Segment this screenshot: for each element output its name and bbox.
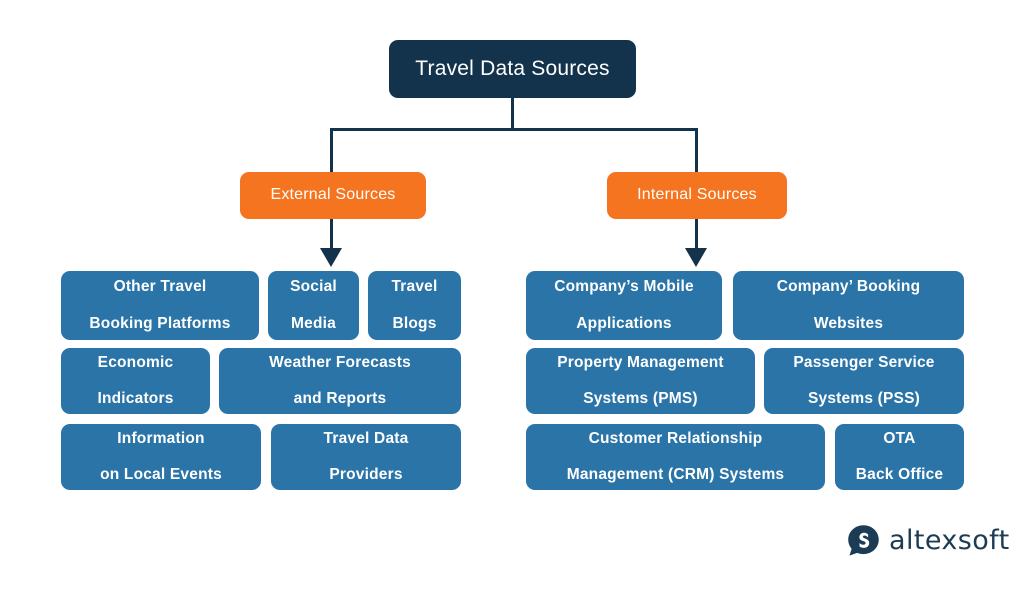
leaf-line-2: Applications — [576, 314, 672, 332]
connector-internal-drop — [695, 128, 698, 174]
leaf-line-2: Websites — [813, 314, 884, 332]
node-root-label: Travel Data Sources — [415, 56, 610, 80]
altexsoft-logo: altexsoft — [847, 524, 1010, 557]
leaf-line-1: Other Travel — [113, 278, 207, 296]
node-branch-internal-label: Internal Sources — [637, 186, 757, 204]
node-leaf-label: Passenger Service Systems (PSS) — [764, 354, 964, 409]
node-leaf-travel-blogs[interactable]: Travel Blogs — [368, 271, 461, 340]
node-leaf-ota-back-office[interactable]: OTA Back Office — [835, 424, 964, 490]
speech-bubble-icon — [848, 525, 879, 556]
node-branch-external-sources[interactable]: External Sources — [240, 172, 426, 219]
leaf-line-2: Blogs — [392, 314, 437, 332]
leaf-line-1: Customer Relationship — [588, 429, 763, 447]
leaf-line-1: Weather Forecasts — [269, 353, 411, 371]
connector-horizontal-bar — [330, 128, 698, 131]
connector-external-arrow-head — [320, 248, 342, 267]
node-leaf-passenger-service-systems-pss[interactable]: Passenger Service Systems (PSS) — [764, 348, 964, 414]
node-leaf-label: Economic Indicators — [61, 354, 210, 409]
node-branch-internal-sources[interactable]: Internal Sources — [607, 172, 787, 219]
node-leaf-label: Customer Relationship Management (CRM) S… — [526, 430, 825, 485]
node-branch-external-label: External Sources — [270, 186, 396, 204]
leaf-line-1: Property Management — [557, 353, 724, 371]
logo-brand-text: altexsoft — [889, 525, 1010, 556]
node-leaf-label: Travel Blogs — [368, 278, 461, 333]
leaf-line-2: Booking Platforms — [89, 314, 231, 332]
leaf-line-1: Company’ Booking — [776, 278, 921, 296]
node-leaf-economic-indicators[interactable]: Economic Indicators — [61, 348, 210, 414]
node-leaf-customer-relationship-management-crm-systems[interactable]: Customer Relationship Management (CRM) S… — [526, 424, 825, 490]
node-leaf-label: Property Management Systems (PMS) — [526, 354, 755, 409]
leaf-line-1: Passenger Service — [793, 353, 935, 371]
leaf-line-1: Travel — [391, 278, 438, 296]
node-leaf-company-mobile-applications[interactable]: Company’s Mobile Applications — [526, 271, 722, 340]
leaf-line-2: Indicators — [97, 390, 174, 408]
node-leaf-label: Travel Data Providers — [271, 430, 461, 485]
node-leaf-label: Company’ Booking Websites — [733, 278, 964, 333]
leaf-line-2: Management (CRM) Systems — [566, 466, 785, 484]
leaf-line-2: Providers — [329, 466, 403, 484]
leaf-line-2: Back Office — [855, 466, 944, 484]
node-leaf-property-management-systems-pms[interactable]: Property Management Systems (PMS) — [526, 348, 755, 414]
node-leaf-label: Information on Local Events — [61, 430, 261, 485]
node-leaf-weather-forecasts-and-reports[interactable]: Weather Forecasts and Reports — [219, 348, 461, 414]
leaf-line-2: Systems (PMS) — [583, 390, 698, 408]
node-leaf-social-media[interactable]: Social Media — [268, 271, 359, 340]
leaf-line-1: Travel Data — [323, 429, 409, 447]
connector-internal-arrow-head — [685, 248, 707, 267]
leaf-line-1: Company’s Mobile — [554, 278, 694, 296]
leaf-line-1: OTA — [883, 429, 916, 447]
leaf-line-2: on Local Events — [100, 466, 222, 484]
node-leaf-label: Weather Forecasts and Reports — [219, 354, 461, 409]
node-leaf-label: Company’s Mobile Applications — [526, 278, 722, 333]
node-leaf-label: Social Media — [268, 278, 359, 333]
leaf-line-1: Economic — [97, 353, 174, 371]
connector-root-stem — [511, 98, 514, 129]
leaf-line-2: Media — [291, 314, 336, 332]
leaf-line-1: Social — [290, 278, 337, 296]
diagram-canvas: Travel Data Sources External Sources Int… — [0, 0, 1025, 591]
connector-external-drop — [330, 128, 333, 174]
leaf-line-2: and Reports — [293, 390, 387, 408]
connector-internal-arrow-stem — [695, 218, 698, 251]
node-leaf-label: Other Travel Booking Platforms — [61, 278, 259, 333]
leaf-line-1: Information — [117, 429, 205, 447]
node-leaf-travel-data-providers[interactable]: Travel Data Providers — [271, 424, 461, 490]
connector-external-arrow-stem — [330, 218, 333, 251]
node-root-travel-data-sources[interactable]: Travel Data Sources — [389, 40, 636, 98]
node-leaf-company-booking-websites[interactable]: Company’ Booking Websites — [733, 271, 964, 340]
node-leaf-information-on-local-events[interactable]: Information on Local Events — [61, 424, 261, 490]
leaf-line-2: Systems (PSS) — [807, 390, 920, 408]
node-leaf-other-travel-booking-platforms[interactable]: Other Travel Booking Platforms — [61, 271, 259, 340]
node-leaf-label: OTA Back Office — [835, 430, 964, 485]
